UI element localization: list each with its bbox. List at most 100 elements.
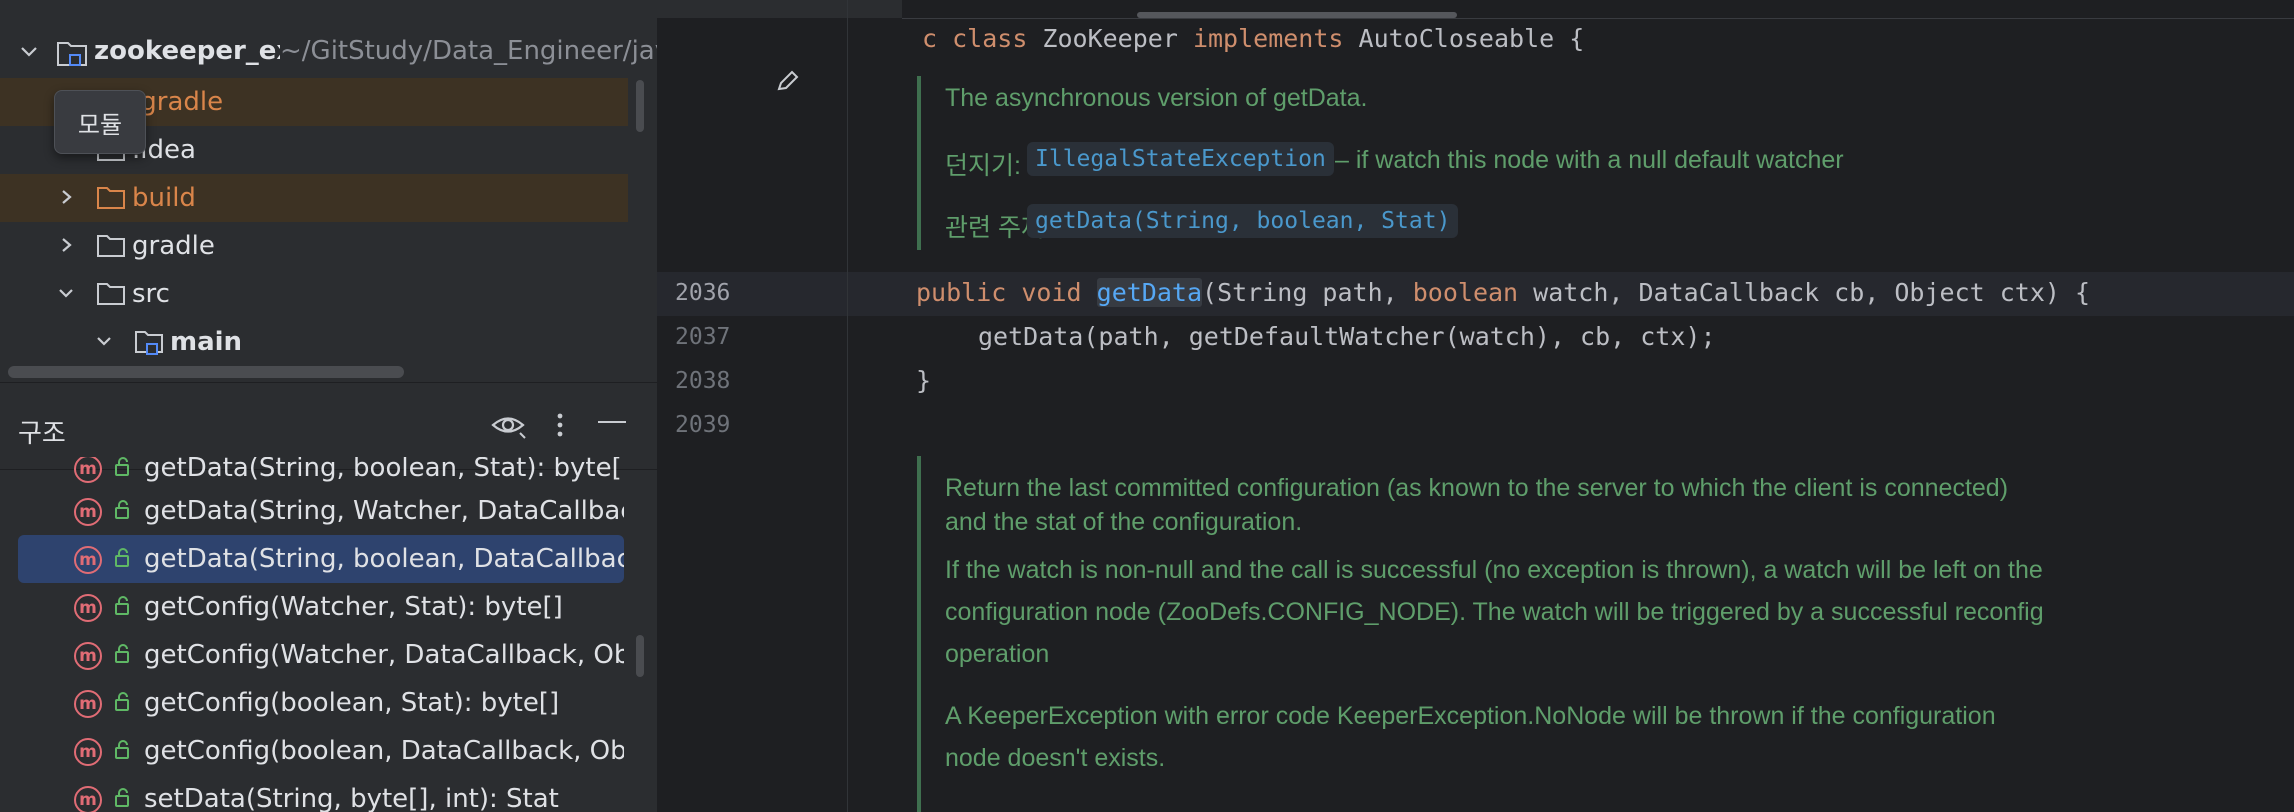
code-token: c: [922, 24, 953, 53]
doc-summary: The asynchronous version of getData.: [945, 84, 1368, 112]
chevron-right-icon[interactable]: [56, 187, 76, 207]
folder-icon: [97, 235, 125, 257]
structure-item[interactable]: m getData(String, boolean, Stat): byte[]: [18, 457, 624, 487]
chevron-down-icon[interactable]: [56, 283, 76, 303]
vertical-scrollbar[interactable]: [636, 80, 644, 132]
code-line-2037[interactable]: getData(path, getDefaultWatcher(watch), …: [978, 322, 1716, 351]
project-name: zookeeper_ex: [94, 36, 294, 66]
more-options-icon[interactable]: [552, 411, 568, 441]
divider: [902, 18, 2294, 19]
method-icon: m: [74, 786, 102, 812]
module-folder-icon: [57, 42, 87, 66]
public-lock-icon: [115, 692, 129, 711]
folder-icon: [97, 187, 125, 209]
code-token: AutoCloseable {: [1343, 24, 1585, 53]
doc-line: and the stat of the configuration.: [945, 508, 1303, 536]
project-root-row[interactable]: zookeeper_ex ~/GitStudy/Data_Engineer/ja…: [0, 28, 657, 76]
project-path: ~/GitStudy/Data_Engineer/javaProject/zoo…: [280, 36, 657, 66]
tree-item-label: main: [170, 327, 243, 357]
doc-comment-getdata: The asynchronous version of getData. 던지기…: [917, 76, 1844, 250]
code-token: public: [916, 278, 1007, 307]
chevron-right-icon[interactable]: [56, 235, 76, 255]
code-token: (String path,: [1202, 278, 1413, 307]
doc-line: Return the last committed configuration …: [945, 474, 2009, 502]
doc-line: A KeeperException with error code Keeper…: [945, 702, 1996, 730]
tree-item-gradle[interactable]: gradle: [0, 222, 628, 270]
doc-comment-getconfig: Return the last committed configuration …: [917, 456, 2044, 812]
structure-panel: 구조 m getData(String, boolean, Stat): byt…: [0, 382, 657, 812]
method-signature: getConfig(boolean, DataCallback, Object)…: [144, 736, 624, 766]
code-token: implements: [1192, 24, 1344, 53]
method-signature: getData(String, boolean, Stat): byte[]: [144, 457, 624, 483]
method-signature: setData(String, byte[], int): Stat: [144, 784, 559, 812]
chevron-down-icon[interactable]: [94, 331, 114, 351]
structure-item[interactable]: m getConfig(boolean, Stat): byte[]: [18, 679, 624, 727]
line-number: 2038: [675, 368, 731, 394]
public-lock-icon: [115, 644, 129, 663]
method-signature: getData(String, Watcher, DataCallback, O…: [144, 496, 624, 526]
doc-line: configuration node (ZooDefs.CONFIG_NODE)…: [945, 598, 2044, 626]
method-signature: getConfig(Watcher, DataCallback, Object)…: [144, 640, 624, 670]
eye-icon[interactable]: [490, 411, 528, 441]
hide-panel-icon[interactable]: [598, 421, 626, 423]
structure-item[interactable]: m setData(String, byte[], int): Stat: [18, 775, 624, 812]
structure-item[interactable]: m getConfig(boolean, DataCallback, Objec…: [18, 727, 624, 775]
doc-throws-link[interactable]: IllegalStateException: [1027, 142, 1334, 176]
method-icon: m: [74, 457, 102, 483]
code-token: void: [1021, 278, 1082, 307]
doc-line: operation: [945, 640, 1050, 668]
public-lock-icon: [115, 548, 129, 567]
structure-item-selected[interactable]: m getData(String, boolean, DataCallback,…: [18, 535, 624, 583]
structure-title: 구조: [18, 419, 66, 449]
public-lock-icon: [115, 740, 129, 759]
doc-see-link[interactable]: getData(String, boolean, Stat): [1027, 204, 1459, 238]
method-name-highlight[interactable]: getData: [1096, 278, 1203, 307]
folder-icon: [97, 283, 125, 305]
tree-item-label: build: [132, 183, 196, 213]
doc-throws-desc: – if watch this node with a null default…: [1335, 146, 1844, 174]
tree-item-build[interactable]: build: [0, 174, 628, 222]
public-lock-icon: [115, 596, 129, 615]
code-editor[interactable]: c class ZooKeeper implements AutoCloseab…: [657, 0, 2294, 812]
pencil-icon[interactable]: [775, 68, 801, 94]
code-line-2036[interactable]: public void getData(String path, boolean…: [916, 278, 2090, 307]
line-number: 2036: [675, 280, 731, 306]
tree-item-main[interactable]: main: [0, 318, 628, 366]
tree-item-label: gradle: [132, 231, 215, 261]
method-icon: m: [74, 642, 102, 670]
module-folder-icon: [135, 331, 163, 355]
method-icon: m: [74, 498, 102, 526]
method-signature: getConfig(boolean, Stat): byte[]: [144, 688, 560, 718]
structure-item[interactable]: m getData(String, Watcher, DataCallback,…: [18, 487, 624, 535]
code-token: watch, DataCallback cb, Object ctx) {: [1518, 278, 2091, 307]
tree-item-src[interactable]: src: [0, 270, 628, 318]
structure-item[interactable]: m getConfig(Watcher, DataCallback, Objec…: [18, 631, 624, 679]
tooltip-module: 모듈: [54, 90, 146, 154]
tree-item-label: src: [132, 279, 170, 309]
public-lock-icon: [115, 788, 129, 807]
public-lock-icon: [115, 500, 129, 519]
line-number: 2037: [675, 324, 731, 350]
code-line-2038[interactable]: }: [916, 366, 931, 395]
code-token: ZooKeeper: [1027, 24, 1193, 53]
doc-line: If the watch is non-null and the call is…: [945, 556, 2043, 584]
project-panel: zookeeper_ex ~/GitStudy/Data_Engineer/ja…: [0, 0, 657, 382]
method-icon: m: [74, 738, 102, 766]
editor-top-area: [657, 0, 902, 18]
doc-throws-label: 던지기:: [945, 152, 1021, 180]
method-icon: m: [74, 546, 102, 574]
horizontal-scrollbar[interactable]: [8, 366, 404, 378]
method-signature: getData(String, boolean, DataCallback, O…: [144, 544, 624, 574]
line-number: 2039: [675, 412, 731, 438]
method-signature: getConfig(Watcher, Stat): byte[]: [144, 592, 563, 622]
chevron-down-icon[interactable]: [18, 40, 40, 62]
class-declaration[interactable]: c class ZooKeeper implements AutoCloseab…: [922, 24, 1584, 53]
structure-item[interactable]: m getConfig(Watcher, Stat): byte[]: [18, 583, 624, 631]
method-icon: m: [74, 594, 102, 622]
method-icon: m: [74, 690, 102, 718]
doc-line: node doesn't exists.: [945, 744, 1166, 772]
public-lock-icon: [115, 457, 129, 476]
vertical-scrollbar[interactable]: [636, 635, 644, 677]
code-token: class: [952, 24, 1028, 53]
gutter-divider: [847, 0, 848, 812]
